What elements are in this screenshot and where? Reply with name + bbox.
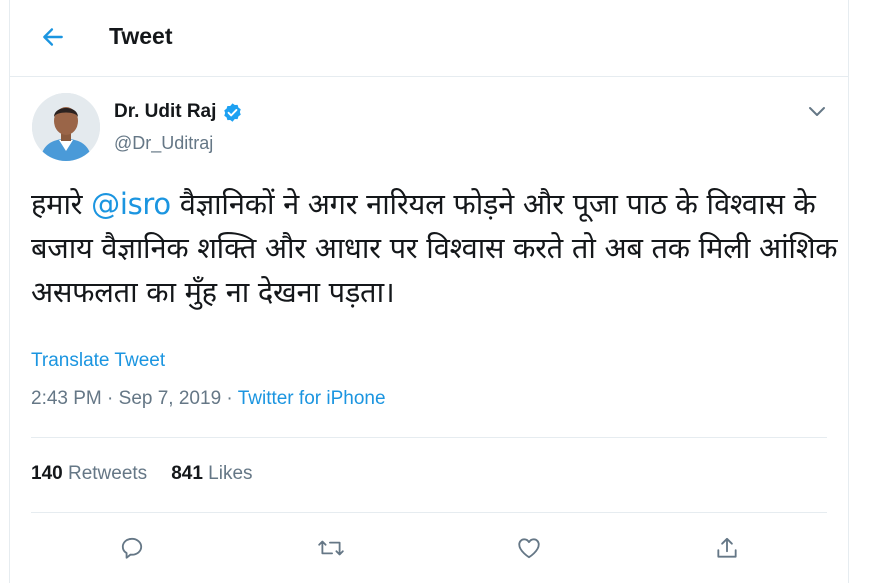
divider xyxy=(31,437,827,438)
back-arrow-icon xyxy=(43,28,63,46)
likes-label: Likes xyxy=(202,463,253,484)
tweet-card: Tweet Dr. Udit Raj @Dr_Uditraj हमारे @is… xyxy=(9,0,849,583)
meta-separator: · xyxy=(101,388,119,409)
retweets-stat[interactable]: 140 Retweets xyxy=(31,463,147,484)
chevron-down-icon xyxy=(809,107,825,116)
tweet-stats: 140 Retweets 841 Likes xyxy=(31,463,277,485)
reply-icon xyxy=(121,537,143,559)
reply-button[interactable] xyxy=(117,533,147,563)
retweet-icon xyxy=(318,540,344,556)
share-button[interactable] xyxy=(712,533,742,563)
divider xyxy=(31,512,827,513)
tweet-time[interactable]: 2:43 PM xyxy=(31,388,102,409)
tweet-text-part: हमारे xyxy=(31,187,92,221)
header-bar: Tweet xyxy=(10,0,848,77)
avatar[interactable] xyxy=(32,93,100,161)
author-name-text: Dr. Udit Raj xyxy=(114,101,217,122)
tweet-date[interactable]: Sep 7, 2019 xyxy=(119,388,221,409)
mention-link[interactable]: @isro xyxy=(91,187,171,221)
tweet-source-link[interactable]: Twitter for iPhone xyxy=(238,388,386,409)
translate-tweet-link[interactable]: Translate Tweet xyxy=(31,350,165,372)
tweet-meta: 2:43 PM · Sep 7, 2019 · Twitter for iPho… xyxy=(31,388,386,410)
like-button[interactable] xyxy=(514,533,544,563)
author-name[interactable]: Dr. Udit Raj xyxy=(114,101,243,123)
verified-badge-icon xyxy=(222,102,243,123)
likes-stat[interactable]: 841 Likes xyxy=(171,463,252,484)
page-title: Tweet xyxy=(109,23,173,49)
share-icon xyxy=(717,537,737,558)
retweets-count: 140 xyxy=(31,463,63,484)
more-options-button[interactable] xyxy=(805,102,829,122)
likes-count: 841 xyxy=(171,463,203,484)
author-handle[interactable]: @Dr_Uditraj xyxy=(114,133,213,154)
avatar-image xyxy=(32,93,100,161)
meta-separator: · xyxy=(221,388,238,409)
back-button[interactable] xyxy=(36,20,70,54)
retweet-button[interactable] xyxy=(316,533,346,563)
retweets-label: Retweets xyxy=(62,463,148,484)
tweet-text: हमारे @isro वैज्ञानिकों ने अगर नारियल फो… xyxy=(31,182,841,314)
like-icon xyxy=(518,538,540,559)
